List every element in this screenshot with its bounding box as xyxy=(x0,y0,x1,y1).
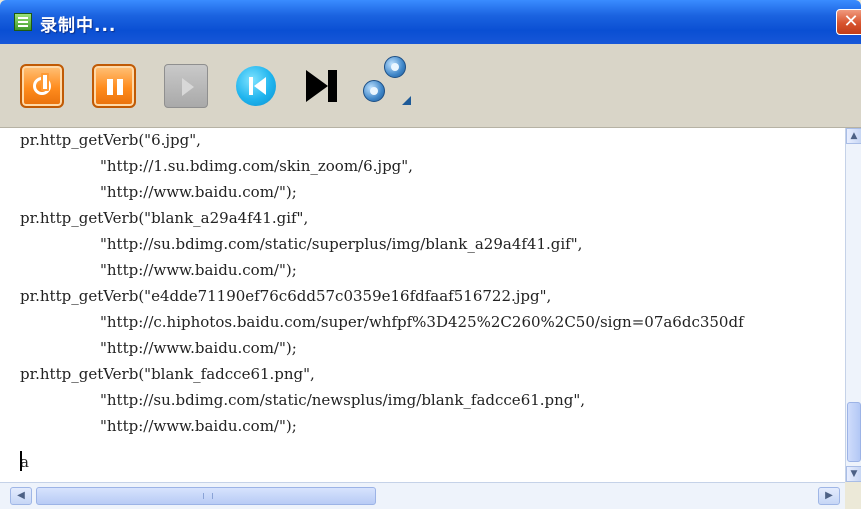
chevron-up-icon: ▲ xyxy=(850,131,858,141)
vertical-scrollbar[interactable]: ▲ ▼ xyxy=(845,128,861,482)
vertical-scroll-thumb[interactable] xyxy=(847,402,861,462)
code-line: pr.http_getVerb("6.jpg", xyxy=(20,131,201,149)
code-line: "http://www.baidu.com/"); xyxy=(100,261,297,279)
chevron-down-icon: ▼ xyxy=(850,469,858,479)
skip-back-button[interactable] xyxy=(234,64,278,108)
code-line: pr.http_getVerb("blank_a29a4f41.gif", xyxy=(20,209,309,227)
skip-back-icon xyxy=(236,66,276,106)
play-button[interactable] xyxy=(164,64,208,108)
title-bar[interactable]: 录制中... ✕ xyxy=(0,0,861,44)
toolbar xyxy=(0,44,861,128)
options-button[interactable] xyxy=(360,56,416,112)
scroll-right-button[interactable]: ▶ xyxy=(818,487,840,505)
scrollbar-corner xyxy=(845,482,861,509)
recording-window: 录制中... ✕ pr.http_getVerb("6.jpg", "http:… xyxy=(0,0,861,509)
close-button[interactable]: ✕ xyxy=(836,9,861,35)
code-line: "http://1.su.bdimg.com/skin_zoom/6.jpg", xyxy=(100,157,413,175)
grip-icon xyxy=(203,493,213,499)
text-caret xyxy=(20,451,22,471)
code-line: "http://www.baidu.com/"); xyxy=(100,183,297,201)
code-line: "http://su.bdimg.com/static/newsplus/img… xyxy=(100,391,586,409)
code-line: "http://su.bdimg.com/static/superplus/im… xyxy=(100,235,583,253)
app-icon xyxy=(14,13,32,31)
window-title: 录制中... xyxy=(40,16,117,36)
code-line: "http://c.hiphotos.baidu.com/super/whfpf… xyxy=(100,313,744,331)
code-line: pr.http_getVerb("e4dde71190ef76c6dd57c03… xyxy=(20,287,552,305)
code-line: "http://www.baidu.com/"); xyxy=(100,417,297,435)
pause-button[interactable] xyxy=(92,64,136,108)
code-line: pr.http_getVerb("blank_fadcce61.png", xyxy=(20,365,315,383)
power-button[interactable] xyxy=(20,64,64,108)
close-icon: ✕ xyxy=(843,11,859,32)
chevron-left-icon: ◀ xyxy=(17,490,25,501)
horizontal-scroll-thumb[interactable] xyxy=(36,487,376,505)
chevron-right-icon: ▶ xyxy=(825,490,833,501)
code-line: "http://www.baidu.com/"); xyxy=(100,339,297,357)
skip-forward-button[interactable] xyxy=(300,64,344,108)
scroll-up-button[interactable]: ▲ xyxy=(846,128,861,144)
scroll-down-button[interactable]: ▼ xyxy=(846,466,861,482)
scroll-left-button[interactable]: ◀ xyxy=(10,487,32,505)
script-editor[interactable]: pr.http_getVerb("6.jpg", "http://1.su.bd… xyxy=(0,128,845,482)
horizontal-scrollbar[interactable]: ◀ ▶ xyxy=(0,482,861,509)
